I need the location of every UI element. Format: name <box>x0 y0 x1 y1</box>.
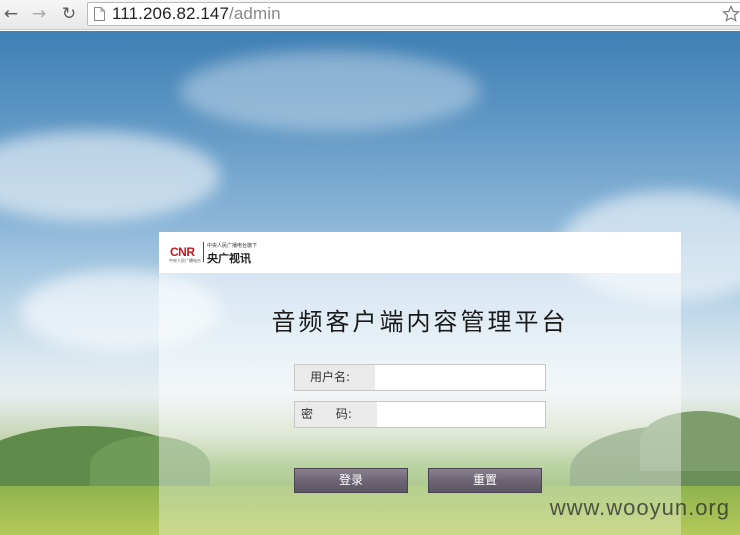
page-icon <box>94 7 105 21</box>
cloud <box>0 131 220 221</box>
cnr-logo: CNR <box>170 245 195 259</box>
logo-header: CNR 中央人民广播电台 中央人民广播电台旗下 央广视讯 <box>159 232 681 273</box>
password-field: 密 码: <box>294 401 546 428</box>
username-label: 用户名: <box>310 370 351 384</box>
logo-tagline: 中央人民广播电台旗下 <box>207 243 258 249</box>
url-path: /admin <box>229 4 281 23</box>
cloud <box>180 51 480 131</box>
page-title: 音频客户端内容管理平台 <box>271 308 569 336</box>
browser-toolbar: ← → ↻ 111.206.82.147/admin <box>0 0 740 30</box>
username-field: 用户名: <box>294 364 546 391</box>
page-background: CNR 中央人民广播电台 中央人民广播电台旗下 央广视讯 音频客户端内容管理平台… <box>0 31 740 535</box>
back-arrow-icon[interactable]: ← <box>0 3 22 25</box>
logo-divider <box>203 242 204 262</box>
bookmark-star-icon[interactable] <box>722 5 740 23</box>
login-button[interactable]: 登录 <box>294 468 408 493</box>
password-label: 密 码: <box>301 407 352 421</box>
forward-arrow-icon[interactable]: → <box>28 3 50 25</box>
url-text[interactable]: 111.206.82.147/admin <box>112 4 281 24</box>
watermark-text: www.wooyun.org <box>549 495 730 520</box>
address-bar[interactable]: 111.206.82.147/admin <box>87 2 740 26</box>
username-input[interactable] <box>375 365 545 390</box>
reset-button[interactable]: 重置 <box>428 468 542 493</box>
reload-icon[interactable]: ↻ <box>58 3 80 25</box>
url-host: 111.206.82.147 <box>112 4 230 23</box>
cnr-logo-subtitle: 中央人民广播电台 <box>169 258 201 263</box>
login-panel: CNR 中央人民广播电台 中央人民广播电台旗下 央广视讯 音频客户端内容管理平台… <box>159 232 681 535</box>
brand-name: 央广视讯 <box>207 252 251 265</box>
password-input[interactable] <box>377 402 545 427</box>
